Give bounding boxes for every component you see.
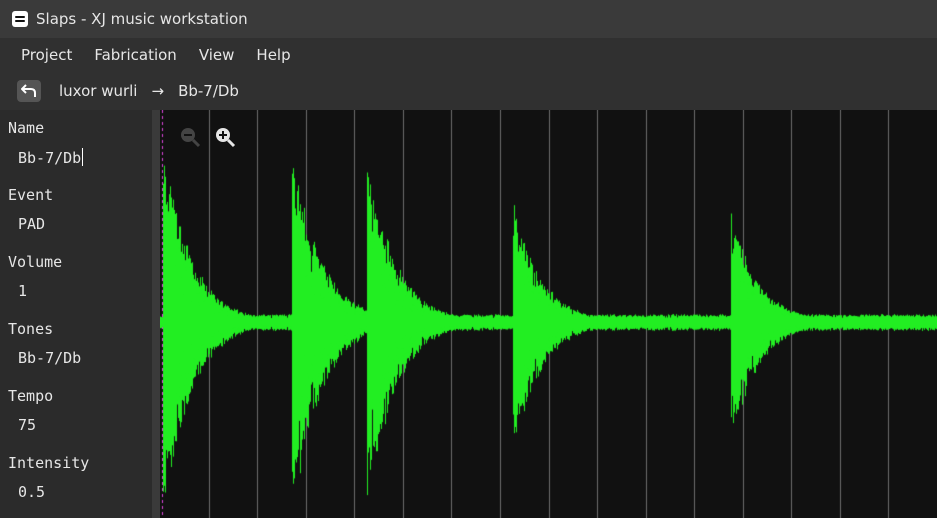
field-tempo-label: Tempo <box>8 387 54 405</box>
breadcrumb: luxor wurli → Bb-7/Db <box>0 72 937 110</box>
window-title: Slaps - XJ music workstation <box>36 10 248 28</box>
breadcrumb-parent[interactable]: luxor wurli <box>59 82 137 100</box>
zoom-out-icon <box>181 128 201 148</box>
zoom-in-button[interactable] <box>212 124 238 150</box>
menu-bar: Project Fabrication View Help <box>0 38 937 72</box>
field-tones: Tones Bb-7/Db <box>0 311 152 378</box>
field-event-value[interactable]: PAD <box>0 204 152 233</box>
menu-fabrication[interactable]: Fabrication <box>83 46 187 64</box>
properties-panel: Name Bb-7/Db Event PAD Volume 1 Tones Bb… <box>0 110 152 518</box>
field-intensity: Intensity 0.5 <box>0 445 152 512</box>
field-event: Event PAD <box>0 177 152 244</box>
app-icon <box>12 11 28 27</box>
breadcrumb-arrow: → <box>151 82 165 100</box>
back-arrow-icon <box>21 84 36 97</box>
field-tempo-value[interactable]: 75 <box>0 405 152 434</box>
title-bar: Slaps - XJ music workstation <box>0 0 937 38</box>
menu-project[interactable]: Project <box>10 46 83 64</box>
field-volume-value[interactable]: 1 <box>0 271 152 300</box>
waveform-view[interactable] <box>160 110 937 518</box>
field-event-label: Event <box>8 186 54 204</box>
waveform-canvas[interactable] <box>160 110 937 518</box>
back-button[interactable] <box>17 80 41 102</box>
field-name-input[interactable]: Bb-7/Db <box>0 137 152 167</box>
field-volume-label: Volume <box>8 253 63 271</box>
field-intensity-label: Intensity <box>8 454 90 472</box>
field-tones-value[interactable]: Bb-7/Db <box>0 338 152 367</box>
field-volume: Volume 1 <box>0 244 152 311</box>
zoom-in-icon <box>216 128 236 148</box>
field-tones-label: Tones <box>8 320 54 338</box>
field-intensity-value[interactable]: 0.5 <box>0 472 152 501</box>
menu-help[interactable]: Help <box>245 46 301 64</box>
text-caret <box>82 148 84 166</box>
field-name-label: Name <box>8 119 45 137</box>
breadcrumb-current: Bb-7/Db <box>178 82 239 100</box>
zoom-out-button[interactable] <box>177 124 203 150</box>
field-tempo: Tempo 75 <box>0 378 152 445</box>
field-name-value: Bb-7/Db <box>18 149 82 167</box>
panel-splitter[interactable] <box>152 110 160 518</box>
field-name: Name Bb-7/Db <box>0 110 152 177</box>
menu-view[interactable]: View <box>188 46 246 64</box>
